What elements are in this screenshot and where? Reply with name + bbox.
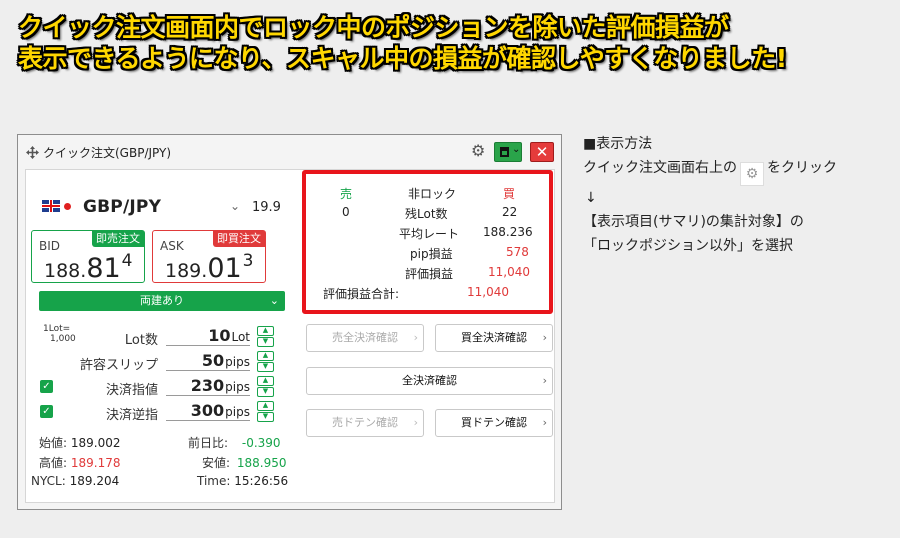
buy-lots: 22: [502, 205, 518, 219]
eval-pl-total-label: 評価損益合計:: [323, 287, 400, 301]
eval-pl-label: 評価損益: [405, 267, 454, 281]
order-panel: GBP/JPY ⌄ 19.9 BID 即売注文 188.814 ASK 即買注文…: [25, 169, 555, 503]
stop-field-row: ✓ 決済逆指 300pips ▲ ▼: [26, 401, 286, 423]
lot-field-row: Lot数 10Lot ▲ ▼: [26, 326, 286, 348]
close-button[interactable]: ✕: [530, 142, 554, 162]
chevron-down-icon: ⌄: [269, 294, 279, 307]
gear-icon: ⚙: [740, 162, 764, 186]
chevron-right-icon: ›: [542, 374, 547, 387]
sell-all-settle-button[interactable]: 売全決済確認 ›: [306, 324, 424, 352]
slippage-label: 許容スリップ: [79, 358, 158, 373]
chevron-right-icon: ›: [413, 331, 418, 344]
limit-checkbox[interactable]: ✓: [40, 380, 53, 393]
spread-value: 19.9: [252, 200, 281, 215]
non-lock-header: 非ロック: [408, 187, 457, 201]
position-summary-box: 売 非ロック 買 0 残Lot数 22 平均レート 188.236 pip損益 …: [302, 170, 553, 314]
chevron-down-icon: ⌄: [512, 144, 521, 155]
low-price: 安値: 188.950: [202, 456, 287, 470]
note-line-2: 【表示項目(サマリ)の集計対象】の: [583, 214, 804, 230]
limit-stepper[interactable]: ▲ ▼: [257, 376, 275, 397]
instructions-note: ■表示方法 クイック注文画面右上の ⚙ をクリック ↓ 【表示項目(サマリ)の集計対…: [583, 132, 837, 258]
ny-close-price: NYCL: 189.204: [31, 474, 120, 488]
increment-button[interactable]: ▲: [257, 351, 274, 361]
ask-buy-button[interactable]: ASK 即買注文 189.013: [152, 230, 266, 284]
ask-price: 189.013: [165, 251, 254, 284]
lot-stepper[interactable]: ▲ ▼: [257, 326, 275, 347]
increment-button[interactable]: ▲: [257, 401, 274, 411]
headline: クイック注文画面内でロック中のポジションを除いた評価損益が 表示できるようになり…: [18, 12, 888, 74]
layout-toggle-button[interactable]: ⌄: [494, 142, 522, 162]
stop-checkbox[interactable]: ✓: [40, 405, 53, 418]
high-price: 高値: 189.178: [39, 456, 121, 470]
prev-day-change: 前日比: -0.390: [188, 436, 281, 450]
note-arrow: ↓: [585, 190, 597, 206]
window-layout-icon: [500, 147, 509, 157]
all-settle-button[interactable]: 全決済確認 ›: [306, 367, 553, 395]
eval-pl-total-value: 11,040: [467, 285, 509, 299]
note-heading: ■表示方法: [583, 136, 653, 152]
stop-label: 決済逆指: [105, 408, 158, 423]
hedge-mode-select[interactable]: 両建あり ⌄: [39, 291, 285, 311]
stop-input[interactable]: 300pips: [166, 401, 250, 421]
pip-pl-label: pip損益: [410, 247, 453, 261]
headline-line-1: クイック注文画面内でロック中のポジションを除いた評価損益が: [18, 13, 729, 42]
move-icon[interactable]: [26, 146, 39, 159]
quick-order-window: クイック注文(GBP/JPY) ⚙ ⌄ ✕ GBP/JPY ⌄ 19.9 BID…: [17, 134, 562, 510]
jp-flag-icon: [64, 203, 71, 210]
chevron-right-icon: ›: [542, 331, 547, 344]
decrement-button[interactable]: ▼: [257, 337, 274, 347]
limit-label: 決済指値: [105, 383, 158, 398]
lot-label: Lot数: [124, 333, 158, 348]
bid-price: 188.814: [44, 251, 133, 284]
sell-header: 売: [340, 187, 353, 201]
note-line-1: クイック注文画面右上の ⚙ をクリック: [583, 156, 837, 186]
open-price: 始値: 189.002: [39, 436, 121, 450]
window-title: クイック注文(GBP/JPY): [43, 146, 172, 160]
avg-rate-value: 188.236: [483, 225, 533, 239]
decrement-button[interactable]: ▼: [257, 362, 274, 372]
headline-line-2: 表示できるようになり、スキャル中の損益が確認しやすくなりました!: [18, 44, 787, 73]
pip-pl-value: 578: [506, 245, 529, 259]
eval-pl-value: 11,040: [488, 265, 530, 279]
note-line-3: 「ロックポジション以外」を選択: [583, 238, 793, 254]
sell-lots: 0: [342, 205, 350, 219]
limit-field-row: ✓ 決済指値 230pips ▲ ▼: [26, 376, 286, 398]
currency-pair-selector[interactable]: GBP/JPY ⌄ 19.9: [42, 196, 284, 224]
decrement-button[interactable]: ▼: [257, 387, 274, 397]
stop-stepper[interactable]: ▲ ▼: [257, 401, 275, 422]
currency-pair: GBP/JPY: [83, 197, 162, 217]
slippage-stepper[interactable]: ▲ ▼: [257, 351, 275, 372]
increment-button[interactable]: ▲: [257, 326, 274, 336]
remaining-lots-label: 残Lot数: [405, 207, 448, 221]
instant-buy-tag: 即買注文: [213, 231, 265, 247]
chevron-right-icon: ›: [542, 416, 547, 429]
buy-header: 買: [503, 187, 516, 201]
chevron-down-icon[interactable]: ⌄: [230, 199, 240, 213]
current-time: Time: 15:26:56: [197, 474, 289, 488]
bid-sell-button[interactable]: BID 即売注文 188.814: [31, 230, 145, 284]
instant-sell-tag: 即売注文: [92, 231, 144, 247]
buy-all-settle-button[interactable]: 買全決済確認 ›: [435, 324, 553, 352]
slippage-input[interactable]: 50pips: [166, 351, 250, 371]
hedge-mode-label: 両建あり: [140, 294, 184, 307]
limit-input[interactable]: 230pips: [166, 376, 250, 396]
chevron-right-icon: ›: [413, 416, 418, 429]
sell-doten-button[interactable]: 売ドテン確認 ›: [306, 409, 424, 437]
decrement-button[interactable]: ▼: [257, 412, 274, 422]
gear-icon[interactable]: ⚙: [471, 143, 487, 159]
uk-flag-icon: [42, 200, 60, 212]
buy-doten-button[interactable]: 買ドテン確認 ›: [435, 409, 553, 437]
avg-rate-label: 平均レート: [399, 227, 460, 241]
window-titlebar[interactable]: クイック注文(GBP/JPY) ⚙ ⌄ ✕: [18, 135, 561, 169]
increment-button[interactable]: ▲: [257, 376, 274, 386]
slippage-field-row: 許容スリップ 50pips ▲ ▼: [26, 351, 286, 373]
lot-input[interactable]: 10Lot: [166, 326, 250, 346]
